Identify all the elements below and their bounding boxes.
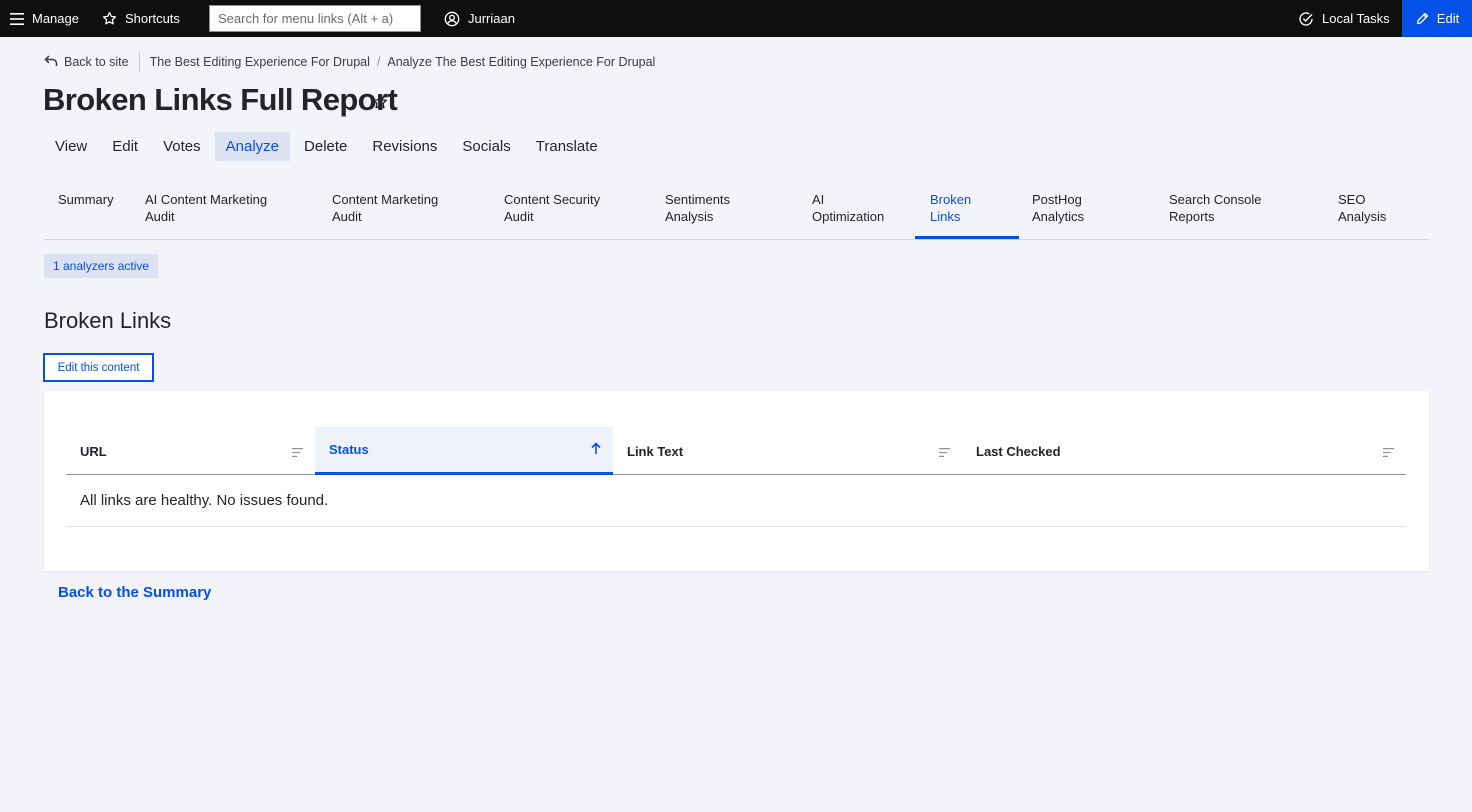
sort-arrow-up-icon bbox=[591, 442, 601, 458]
page-title: Broken Links Full Report bbox=[43, 82, 398, 117]
active-tab-indicator bbox=[915, 236, 1019, 239]
back-arrow-icon bbox=[44, 54, 58, 70]
tab-delete[interactable]: Delete bbox=[293, 132, 358, 161]
shortcuts-button[interactable]: Shortcuts bbox=[102, 0, 180, 37]
add-shortcut-star-icon[interactable] bbox=[372, 94, 388, 115]
toolbar-edit-label: Edit bbox=[1436, 11, 1460, 26]
column-label: Link Text bbox=[627, 443, 684, 459]
tab-label-line: Analytics bbox=[1032, 209, 1085, 224]
tab-label-line: Audit bbox=[332, 209, 362, 224]
column-label: URL bbox=[80, 443, 107, 459]
user-label: Jurriaan bbox=[468, 11, 515, 26]
menu-search-input[interactable] bbox=[209, 5, 421, 32]
sort-lines-icon bbox=[292, 445, 303, 460]
tab-translate[interactable]: Translate bbox=[525, 132, 609, 161]
tab-label-line: Analysis bbox=[665, 209, 714, 224]
tab-label-line: Summary bbox=[58, 192, 114, 207]
tab-search-console-reports[interactable]: Search Console Reports bbox=[1169, 191, 1262, 225]
manage-button[interactable]: Manage bbox=[10, 0, 79, 37]
tab-summary[interactable]: Summary bbox=[58, 191, 114, 208]
table-header: URL Status Link Text Last Checked bbox=[66, 427, 1406, 475]
tab-label-line: Content Security bbox=[504, 192, 601, 207]
manage-label: Manage bbox=[32, 11, 79, 26]
user-icon bbox=[444, 11, 460, 27]
pencil-icon bbox=[1415, 11, 1430, 26]
tab-label-line: AI Content Marketing bbox=[145, 192, 268, 207]
tab-label-line: Search Console bbox=[1169, 192, 1262, 207]
tab-label-line: Analysis bbox=[1338, 209, 1387, 224]
user-menu-button[interactable]: Jurriaan bbox=[444, 0, 515, 37]
tab-analyze[interactable]: Analyze bbox=[214, 132, 291, 161]
tab-broken-links[interactable]: Broken Links bbox=[930, 191, 971, 225]
tab-label-line: Audit bbox=[504, 209, 534, 224]
tab-ai-content-marketing-audit[interactable]: AI Content Marketing Audit bbox=[145, 191, 267, 225]
tab-label-line: PostHog bbox=[1032, 192, 1082, 207]
back-to-site-label: Back to site bbox=[64, 55, 129, 69]
broken-links-table-card: URL Status Link Text Last Checked All li… bbox=[44, 391, 1429, 571]
tab-label-line: Reports bbox=[1169, 209, 1215, 224]
column-header-status[interactable]: Status bbox=[315, 427, 613, 475]
breadcrumb-item-analyze[interactable]: Analyze The Best Editing Experience For … bbox=[387, 55, 655, 69]
analyzers-active-badge: 1 analyzers active bbox=[44, 254, 159, 278]
sort-lines-icon bbox=[1383, 445, 1394, 460]
check-circle-icon bbox=[1298, 11, 1314, 27]
tab-content-marketing-audit[interactable]: Content Marketing Audit bbox=[332, 191, 438, 225]
breadcrumb: Back to site The Best Editing Experience… bbox=[44, 52, 655, 72]
tab-label-line: Sentiments bbox=[665, 192, 731, 207]
tab-view[interactable]: View bbox=[44, 132, 98, 161]
breadcrumb-divider bbox=[138, 52, 140, 72]
tab-label-line: Audit bbox=[145, 209, 175, 224]
local-tasks-label: Local Tasks bbox=[1322, 11, 1390, 26]
admin-toolbar: Manage Shortcuts Jurriaan Local Tasks Ed… bbox=[0, 0, 1472, 37]
tab-edit[interactable]: Edit bbox=[101, 132, 149, 161]
tab-label-line: AI bbox=[812, 192, 825, 207]
column-header-url[interactable]: URL bbox=[66, 427, 315, 475]
tab-label-line: SEO bbox=[1338, 192, 1366, 207]
tab-label-line: Optimization bbox=[812, 209, 885, 224]
column-label: Status bbox=[329, 442, 369, 457]
back-to-site-link[interactable]: Back to site bbox=[44, 54, 129, 70]
tab-posthog-analytics[interactable]: PostHog Analytics bbox=[1032, 191, 1084, 225]
local-tasks-button[interactable]: Local Tasks bbox=[1298, 0, 1390, 37]
column-label: Last Checked bbox=[976, 443, 1061, 459]
empty-message: All links are healthy. No issues found. bbox=[80, 492, 329, 509]
column-header-last-checked[interactable]: Last Checked bbox=[962, 427, 1406, 475]
analyzer-tabs: Summary AI Content Marketing Audit Conte… bbox=[44, 186, 1429, 240]
tab-seo-analysis[interactable]: SEO Analysis bbox=[1338, 191, 1386, 225]
back-to-summary-link[interactable]: Back to the Summary bbox=[58, 584, 211, 601]
tab-votes[interactable]: Votes bbox=[152, 132, 212, 161]
breadcrumb-item-node[interactable]: The Best Editing Experience For Drupal bbox=[150, 55, 370, 69]
star-icon bbox=[102, 11, 117, 26]
tab-sentiments-analysis[interactable]: Sentiments Analysis bbox=[665, 191, 730, 225]
tab-ai-optimization[interactable]: AI Optimization bbox=[812, 191, 884, 225]
tab-label-line: Broken bbox=[930, 192, 972, 207]
tab-revisions[interactable]: Revisions bbox=[361, 132, 448, 161]
breadcrumb-separator: / bbox=[376, 55, 381, 69]
primary-tabs: View Edit Votes Analyze Delete Revisions… bbox=[44, 132, 612, 161]
column-header-link-text[interactable]: Link Text bbox=[613, 427, 962, 475]
tab-content-security-audit[interactable]: Content Security Audit bbox=[504, 191, 600, 225]
tab-label-line: Links bbox=[930, 209, 961, 224]
tab-label-line: Content Marketing bbox=[332, 192, 439, 207]
sort-lines-icon bbox=[939, 445, 950, 460]
edit-this-content-button[interactable]: Edit this content bbox=[43, 353, 154, 382]
hamburger-icon bbox=[10, 12, 24, 25]
tab-socials[interactable]: Socials bbox=[451, 132, 521, 161]
table-empty-row: All links are healthy. No issues found. bbox=[66, 475, 1406, 527]
toolbar-edit-button[interactable]: Edit bbox=[1402, 0, 1472, 37]
shortcuts-label: Shortcuts bbox=[125, 11, 180, 26]
section-title: Broken Links bbox=[44, 308, 172, 333]
